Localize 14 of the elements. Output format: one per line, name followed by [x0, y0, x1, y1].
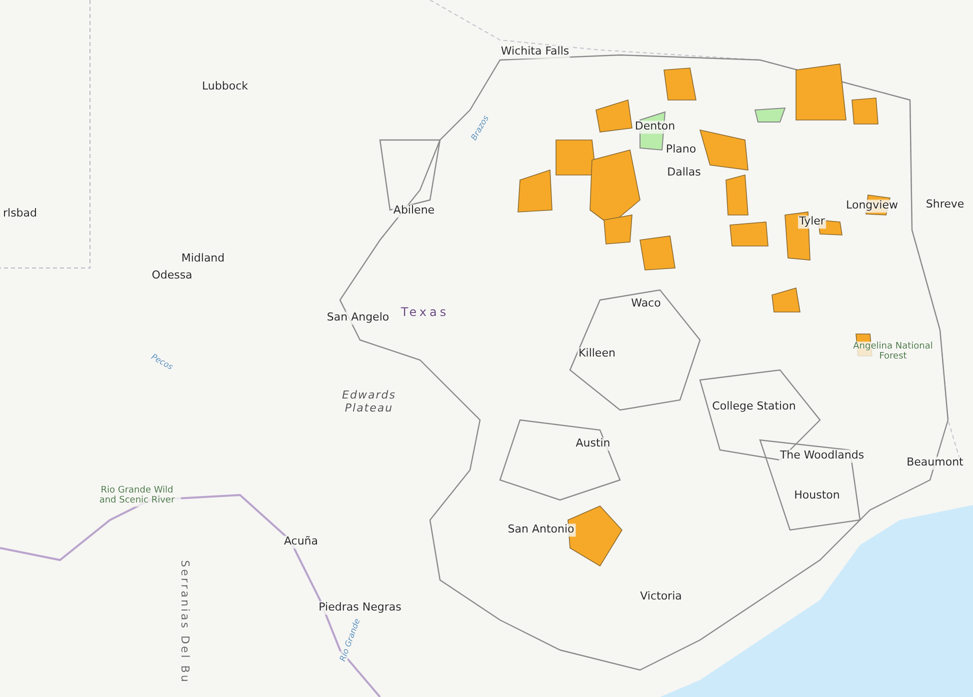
city-label: Acuña: [282, 536, 320, 548]
city-label: San Angelo: [326, 312, 390, 324]
city-label: Denton: [634, 120, 676, 134]
city-label: Beaumont: [906, 456, 964, 470]
city-label: Tyler: [798, 216, 826, 228]
city-label: San Antonio: [506, 524, 576, 536]
city-label: Piedras Negras: [318, 602, 402, 614]
city-label: Abilene: [392, 204, 436, 218]
city-label: College Station: [711, 400, 797, 414]
terrain-map-drawing[interactable]: [0, 0, 973, 697]
city-label: Longview: [845, 200, 899, 212]
city-label: Wichita Falls: [500, 46, 570, 58]
city-label: Austin: [574, 438, 612, 450]
city-label: The Woodlands: [778, 450, 866, 462]
